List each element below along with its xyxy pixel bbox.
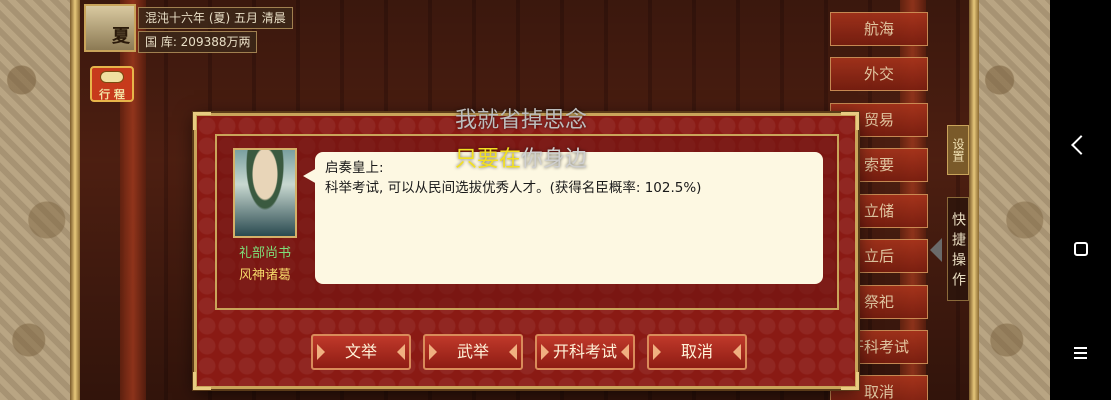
corner-ornament <box>841 112 859 130</box>
corner-ornament <box>841 372 859 390</box>
back-icon[interactable] <box>1071 135 1091 155</box>
corner-ornament <box>193 112 211 130</box>
travel-label: 行 程 <box>99 88 125 101</box>
minister-title: 礼部尚书 <box>238 246 291 261</box>
minister-portrait <box>233 148 297 238</box>
right-gold-rail <box>969 0 979 400</box>
left-ornament-panel <box>0 0 72 400</box>
season-emblem[interactable]: 夏 <box>84 4 136 52</box>
lyric-rest: 你身边 <box>521 147 588 172</box>
game-stage: 夏 混沌十六年 (夏) 五月 清晨 国 库: 209388万两 行 程 航海 外… <box>0 0 1050 400</box>
date-display: 混沌十六年 (夏) 五月 清晨 <box>138 7 293 29</box>
left-gold-rail <box>70 0 80 400</box>
lyric-line-2: 只要在你身边 <box>455 141 587 173</box>
civil-exam-button[interactable]: 文举 <box>311 334 411 370</box>
speech-line: 科举考试, 可以从民间选拔优秀人才。(获得名臣概率: 102.5%) <box>325 180 702 196</box>
settings-tab[interactable]: 设置 <box>947 125 969 175</box>
menu-icon[interactable] <box>1074 347 1087 359</box>
lyric-highlight: 只要在 <box>455 147 522 172</box>
open-exam-button[interactable]: 开科考试 <box>535 334 635 370</box>
menu-sailing-button[interactable]: 航海 <box>830 12 928 46</box>
treasury-display: 国 库: 209388万两 <box>138 31 258 53</box>
season-char: 夏 <box>112 26 130 47</box>
military-exam-button[interactable]: 武举 <box>423 334 523 370</box>
travel-button[interactable]: 行 程 <box>90 66 134 102</box>
shortcut-tab[interactable]: 快捷操作 <box>947 197 969 301</box>
corner-ornament <box>193 372 211 390</box>
minister-name: 风神诸葛 <box>238 268 291 283</box>
cancel-button[interactable]: 取消 <box>647 334 747 370</box>
arrow-left-icon[interactable] <box>930 238 942 262</box>
scroll-icon <box>100 71 124 83</box>
right-ornament-panel <box>978 0 1050 400</box>
android-nav-bar <box>1050 0 1111 400</box>
pillar <box>120 0 146 400</box>
menu-diplomacy-button[interactable]: 外交 <box>830 57 928 91</box>
lyric-line-1: 我就省掉思念 <box>455 108 588 133</box>
home-icon[interactable] <box>1074 242 1088 256</box>
